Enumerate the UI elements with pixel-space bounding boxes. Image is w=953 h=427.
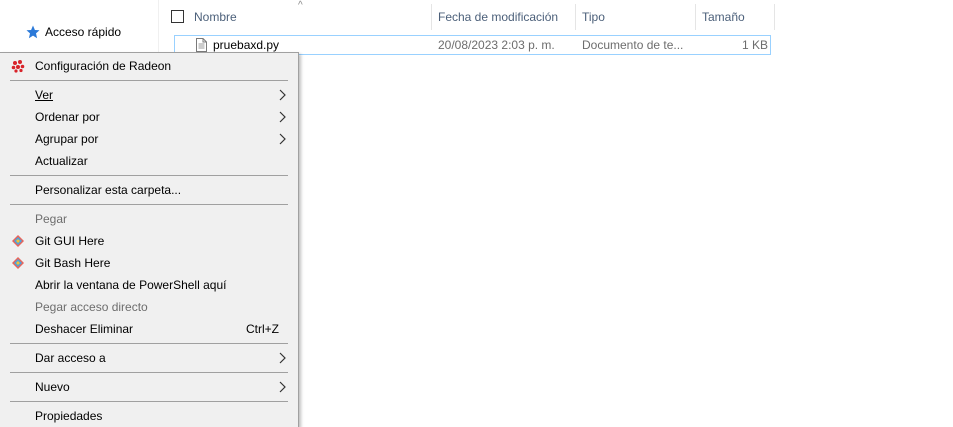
menu-item-group-by[interactable]: Agrupar por	[0, 128, 298, 150]
column-size[interactable]: Tamaño	[702, 4, 745, 30]
menu-item-paste: Pegar	[0, 208, 298, 230]
chevron-right-icon	[279, 133, 286, 145]
menu-item-git-gui[interactable]: Git GUI Here	[0, 230, 298, 252]
column-modified[interactable]: Fecha de modificación	[438, 4, 558, 30]
menu-item-label: Configuración de Radeon	[35, 59, 172, 73]
nav-item-label: Acceso rápido	[45, 25, 122, 39]
menu-separator	[10, 175, 288, 176]
menu-item-label: Agrupar por	[35, 132, 99, 146]
file-type: Documento de te...	[582, 38, 684, 52]
file-size: 1 KB	[741, 38, 768, 52]
menu-item-radeon-settings[interactable]: Configuración de Radeon	[0, 55, 298, 77]
menu-item-git-bash[interactable]: Git Bash Here	[0, 252, 298, 274]
nav-item-quick-access[interactable]: Acceso rápido	[26, 22, 121, 42]
context-menu: Configuración de Radeon Ver Ordenar por …	[0, 52, 299, 427]
column-divider[interactable]	[431, 4, 432, 30]
radeon-icon	[11, 60, 25, 73]
menu-item-label: Pegar	[35, 212, 68, 226]
column-divider[interactable]	[774, 4, 775, 30]
column-modified-label: Fecha de modificación	[438, 10, 559, 24]
column-type[interactable]: Tipo	[582, 4, 605, 30]
column-header: ^ Nombre Fecha de modificación Tipo Tama…	[160, 0, 775, 30]
menu-item-paste-shortcut: Pegar acceso directo	[0, 296, 298, 318]
column-divider[interactable]	[575, 4, 576, 30]
chevron-right-icon	[279, 381, 286, 393]
file-modified: 20/08/2023 2:03 p. m.	[438, 38, 555, 52]
column-name-label: Nombre	[194, 10, 237, 24]
star-icon	[26, 25, 40, 39]
menu-item-label: Git Bash Here	[35, 256, 111, 270]
menu-separator	[10, 401, 288, 402]
column-size-label: Tamaño	[702, 10, 745, 24]
menu-separator	[10, 372, 288, 373]
menu-item-sort-by[interactable]: Ordenar por	[0, 106, 298, 128]
menu-item-label: Ver	[35, 88, 54, 102]
menu-item-label: Dar acceso a	[35, 351, 106, 365]
menu-separator	[10, 343, 288, 344]
menu-item-label: Propiedades	[35, 409, 103, 423]
sort-up-icon: ^	[298, 0, 303, 11]
menu-item-label: Pegar acceso directo	[35, 300, 148, 314]
menu-item-label: Personalizar esta carpeta...	[35, 183, 182, 197]
chevron-right-icon	[279, 89, 286, 101]
menu-item-open-powershell[interactable]: Abrir la ventana de PowerShell aquí	[0, 274, 298, 296]
menu-item-properties[interactable]: Propiedades	[0, 405, 298, 427]
text-file-icon	[196, 38, 207, 52]
chevron-right-icon	[279, 111, 286, 123]
menu-item-customize-folder[interactable]: Personalizar esta carpeta...	[0, 179, 298, 201]
git-icon	[12, 257, 24, 269]
column-divider[interactable]	[695, 4, 696, 30]
menu-item-label: Abrir la ventana de PowerShell aquí	[35, 278, 227, 292]
menu-item-label: Nuevo	[35, 380, 70, 394]
menu-separator	[10, 204, 288, 205]
menu-item-new[interactable]: Nuevo	[0, 376, 298, 398]
menu-separator	[10, 80, 288, 81]
menu-item-give-access[interactable]: Dar acceso a	[0, 347, 298, 369]
menu-item-label: Deshacer Eliminar	[35, 322, 134, 336]
menu-item-refresh[interactable]: Actualizar	[0, 150, 298, 172]
column-name[interactable]: Nombre	[194, 4, 237, 30]
menu-item-undo-delete[interactable]: Deshacer Eliminar Ctrl+Z	[0, 318, 298, 340]
menu-item-label: Actualizar	[35, 154, 88, 168]
git-icon	[12, 235, 24, 247]
column-type-label: Tipo	[582, 10, 605, 24]
menu-item-label: Ordenar por	[35, 110, 100, 124]
select-all-checkbox[interactable]	[171, 10, 184, 23]
menu-item-label: Git GUI Here	[35, 234, 105, 248]
menu-item-view[interactable]: Ver	[0, 84, 298, 106]
chevron-right-icon	[279, 352, 286, 364]
menu-item-shortcut: Ctrl+Z	[246, 322, 279, 336]
